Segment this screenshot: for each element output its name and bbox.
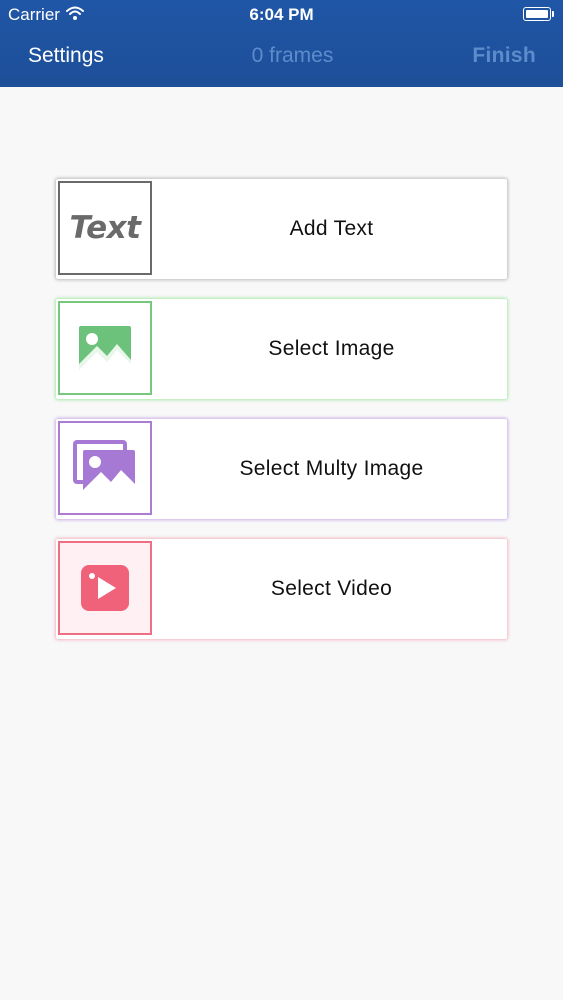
status-time: 6:04 PM [249, 5, 314, 24]
video-icon [58, 541, 152, 635]
select-video-button[interactable]: Select Video [56, 539, 507, 639]
select-multy-image-button[interactable]: Select Multy Image [56, 419, 507, 519]
select-image-label: Select Image [268, 337, 395, 360]
add-text-button[interactable]: Text Add Text [56, 179, 507, 279]
select-image-button[interactable]: Select Image [56, 299, 507, 399]
text-icon-label: Text [69, 210, 142, 246]
navigation-bar: Settings 0 frames Finish [0, 28, 563, 87]
image-icon [58, 301, 152, 395]
finish-button[interactable]: Finish [472, 44, 536, 68]
multi-image-icon [58, 421, 152, 515]
select-multy-image-label: Select Multy Image [239, 457, 424, 480]
add-text-label: Add Text [289, 217, 374, 240]
status-bar: Carrier 6:04 PM [0, 0, 563, 28]
text-icon: Text [58, 181, 152, 275]
battery-icon [523, 7, 554, 21]
select-video-label: Select Video [270, 577, 393, 600]
top-bar: Carrier 6:04 PM Settings 0 frames Finish [0, 0, 563, 87]
